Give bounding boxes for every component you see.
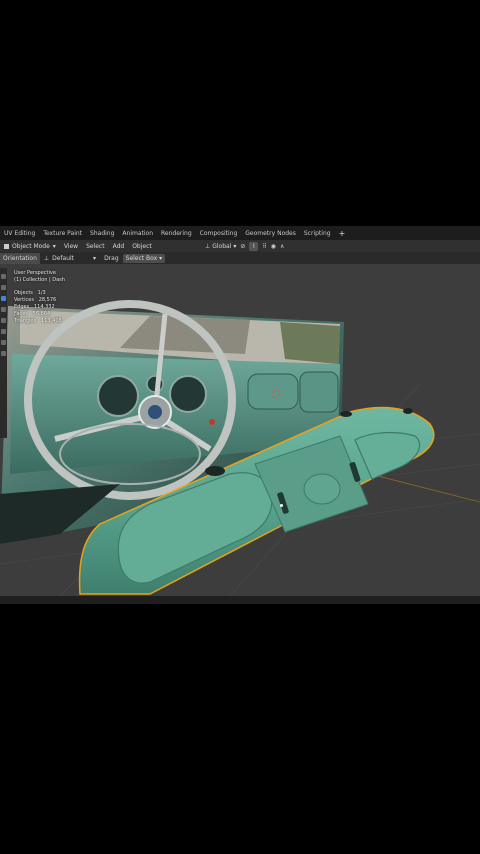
- stat-label: Vertices: [14, 297, 34, 303]
- transform-orientation-dropdown[interactable]: ⊥ Global ▾: [205, 243, 236, 250]
- 3d-viewport[interactable]: User Perspective (1) Collection | Dash O…: [0, 264, 480, 596]
- tab-geometry-nodes[interactable]: Geometry Nodes: [241, 230, 300, 237]
- transform-orientation-label: Global: [212, 242, 232, 250]
- falloff-icon[interactable]: ∧: [280, 243, 284, 250]
- menu-object[interactable]: Object: [128, 243, 156, 250]
- orientation-dropdown[interactable]: ⊥ Default ▾: [40, 255, 100, 262]
- stat-value: 56,864: [32, 311, 51, 317]
- stat-value: 28,576: [38, 297, 57, 303]
- stat-value: 1/3: [37, 290, 46, 296]
- blender-window: UV Editing Texture Paint Shading Animati…: [0, 226, 480, 604]
- annotate-tool-icon[interactable]: [1, 340, 6, 345]
- tab-animation[interactable]: Animation: [118, 230, 157, 237]
- drag-value: Select Box: [125, 254, 158, 262]
- menu-select[interactable]: Select: [82, 243, 109, 250]
- chevron-down-icon: ▾: [233, 242, 237, 250]
- stat-row: Faces 56,864: [14, 311, 65, 318]
- cursor-tool-icon[interactable]: [1, 285, 6, 290]
- view-name: User Perspective: [14, 270, 56, 276]
- transform-controls: ⊥ Global ▾ ⊘ ⌇ ⠿ ◉ ∧: [205, 240, 284, 252]
- orientation-value: Default: [52, 254, 75, 262]
- orientation-axes-icon: ⊥: [43, 254, 50, 262]
- drag-label: Drag: [104, 254, 119, 262]
- add-workspace-button[interactable]: +: [335, 229, 350, 238]
- tab-uv-editing[interactable]: UV Editing: [0, 230, 39, 237]
- object-mode-dropdown[interactable]: Object Mode ▾: [0, 243, 60, 250]
- tab-rendering[interactable]: Rendering: [157, 230, 196, 237]
- stat-label: Triangles: [14, 318, 37, 324]
- chevron-down-icon: ▾: [52, 242, 56, 250]
- x-axis-line: [369, 473, 480, 503]
- workspace-tabs: UV Editing Texture Paint Shading Animati…: [0, 226, 480, 240]
- viewport-scene: [0, 300, 480, 596]
- menu-view[interactable]: View: [60, 243, 82, 250]
- stat-row: Objects 1/3: [14, 290, 65, 297]
- viewport-info: User Perspective (1) Collection | Dash O…: [14, 270, 65, 325]
- select-tool-icon[interactable]: [1, 274, 6, 279]
- orientation-axes-icon: ⊥: [205, 242, 211, 250]
- proportional-editing-icon[interactable]: ◉: [271, 243, 276, 250]
- snap-toggle[interactable]: ⌇: [249, 241, 259, 251]
- pivot-icon[interactable]: ⊘: [240, 243, 245, 250]
- stat-row: Vertices 28,576: [14, 297, 65, 304]
- orientation-label: Orientation: [0, 252, 40, 264]
- toolbar: [0, 268, 7, 438]
- move-tool-icon[interactable]: [1, 296, 6, 301]
- mouse-pointer: [280, 504, 283, 507]
- rotate-tool-icon[interactable]: [1, 307, 6, 312]
- menu-add[interactable]: Add: [109, 243, 129, 250]
- measure-tool-icon[interactable]: [1, 351, 6, 356]
- stat-label: Edges: [14, 304, 30, 310]
- transform-tool-icon[interactable]: [1, 329, 6, 334]
- tab-texture-paint[interactable]: Texture Paint: [39, 230, 86, 237]
- magnet-icon: ⌇: [252, 242, 256, 250]
- stat-value: 113,408: [41, 318, 62, 324]
- snap-grid-icon[interactable]: ⠿: [262, 243, 266, 250]
- stat-label: Objects: [14, 290, 33, 296]
- object-mode-label: Object Mode: [12, 242, 50, 250]
- stat-row: Edges 114,332: [14, 304, 65, 311]
- drag-select-box-dropdown[interactable]: Select Box ▾: [122, 253, 166, 263]
- stat-label: Faces: [14, 311, 28, 317]
- tab-shading[interactable]: Shading: [86, 230, 118, 237]
- chevron-down-icon: ▾: [157, 254, 163, 262]
- stat-row: Triangles 113,408: [14, 318, 65, 325]
- scale-tool-icon[interactable]: [1, 318, 6, 323]
- viewport-header: Object Mode ▾ View Select Add Object ⊥ G…: [0, 240, 480, 263]
- tool-settings-bar: Orientation ⊥ Default ▾ Drag Select Box …: [0, 252, 480, 264]
- chevron-down-icon: ▾: [93, 254, 97, 262]
- tab-compositing[interactable]: Compositing: [196, 230, 242, 237]
- status-bar: [0, 596, 480, 604]
- stat-value: 114,332: [33, 304, 55, 310]
- tab-scripting[interactable]: Scripting: [300, 230, 335, 237]
- collection-name: (1) Collection | Dash: [14, 277, 65, 283]
- object-mode-icon: [4, 243, 9, 249]
